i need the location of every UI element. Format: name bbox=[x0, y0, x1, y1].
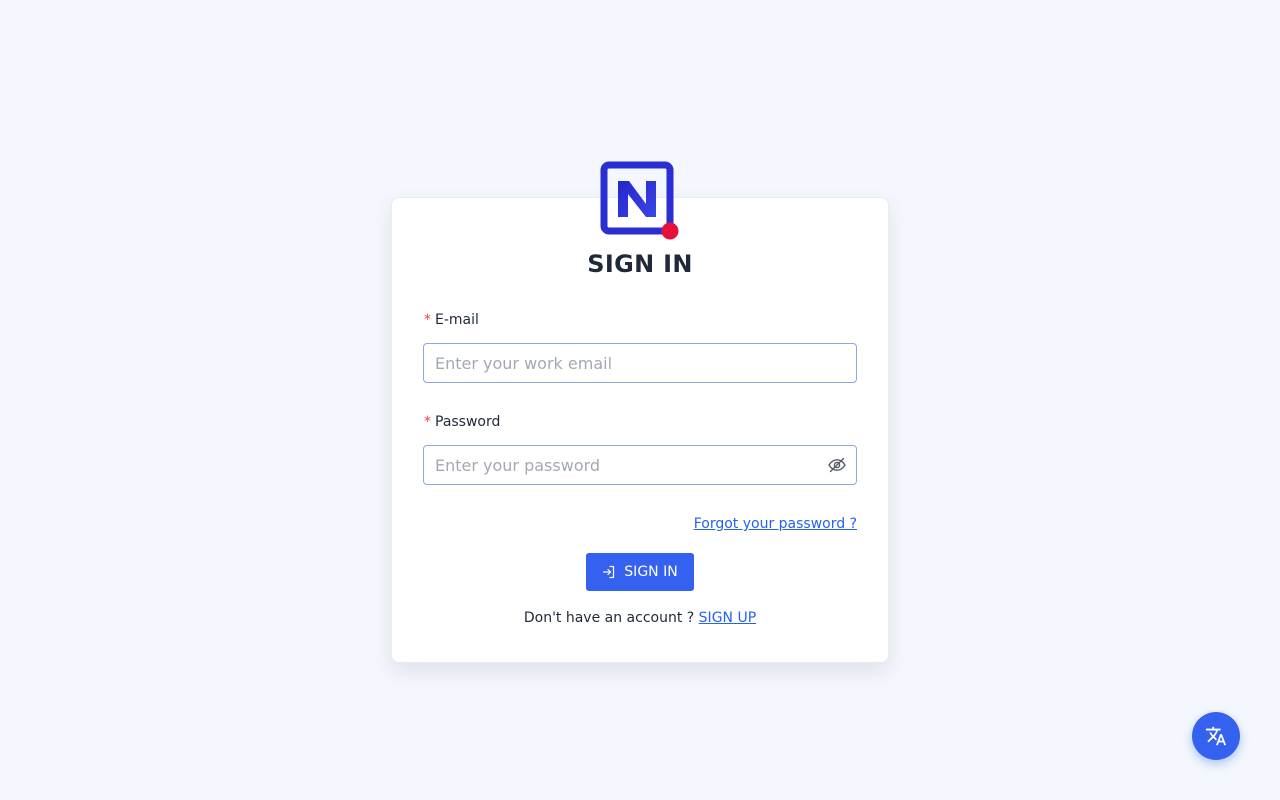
page-title: SIGN IN bbox=[587, 250, 693, 278]
signup-row: Don't have an account ? SIGN UP bbox=[391, 610, 889, 626]
password-label-text: Password bbox=[435, 414, 501, 430]
email-input[interactable] bbox=[423, 343, 857, 383]
required-marker: * bbox=[424, 312, 431, 328]
password-input[interactable] bbox=[423, 445, 857, 485]
forgot-password-link[interactable]: Forgot your password ? bbox=[694, 516, 857, 532]
sign-in-button-label: SIGN IN bbox=[624, 564, 678, 580]
login-arrow-icon bbox=[602, 565, 616, 579]
eye-off-icon[interactable] bbox=[827, 455, 847, 475]
email-label: * E-mail bbox=[424, 311, 479, 329]
language-button[interactable] bbox=[1192, 712, 1240, 760]
email-label-text: E-mail bbox=[435, 312, 479, 328]
translate-icon bbox=[1205, 725, 1227, 747]
n-logo-icon bbox=[600, 161, 680, 241]
signup-prompt: Don't have an account ? bbox=[523, 610, 695, 626]
sign-up-link[interactable]: SIGN UP bbox=[699, 610, 756, 626]
required-marker: * bbox=[424, 414, 431, 430]
sign-in-button[interactable]: SIGN IN bbox=[586, 553, 694, 591]
password-label: * Password bbox=[424, 413, 500, 431]
